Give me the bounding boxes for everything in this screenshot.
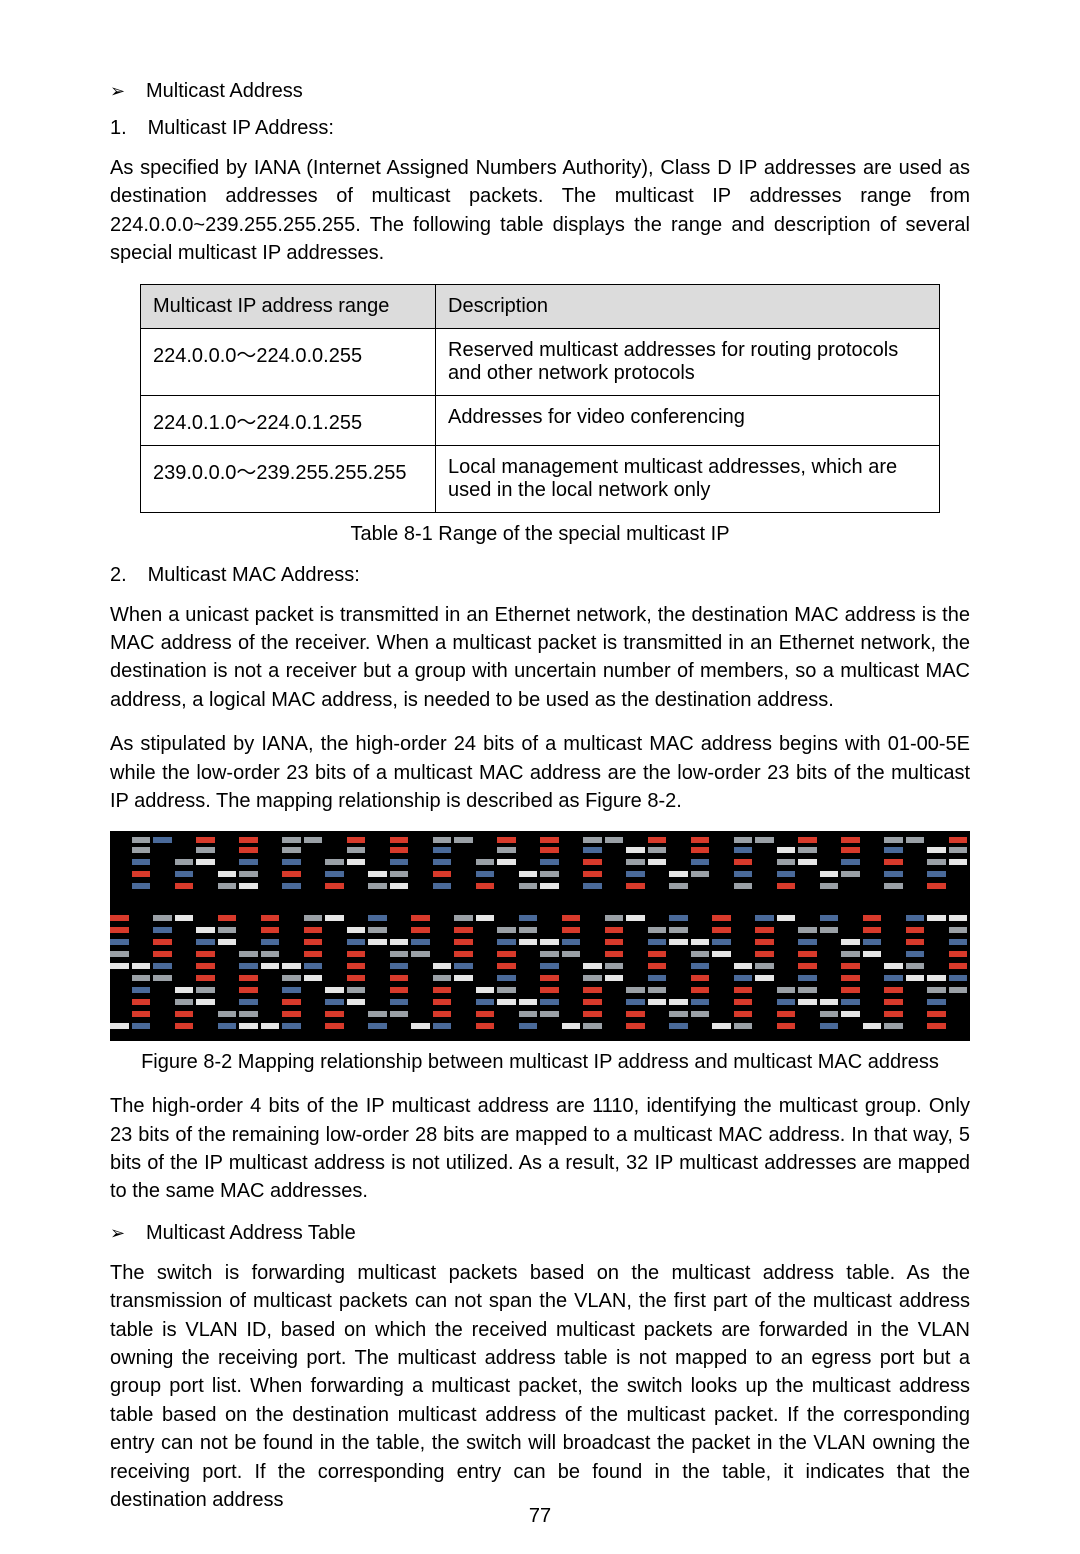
table-row: 224.0.0.0～224.0.0.255 Reserved multicast… [141, 328, 940, 395]
ip-range-table: Multicast IP address range Description 2… [140, 284, 940, 513]
table-header-desc: Description [436, 284, 940, 328]
paragraph: The high-order 4 bits of the IP multicas… [110, 1092, 970, 1206]
bullet-label: Multicast Address [146, 80, 303, 103]
table-row: 224.0.1.0～224.0.1.255 Addresses for vide… [141, 395, 940, 445]
page-number: 77 [0, 1505, 1080, 1528]
figure-caption: Figure 8-2 Mapping relationship between … [110, 1051, 970, 1074]
item-label: Multicast MAC Address: [148, 564, 360, 586]
table-header-row: Multicast IP address range Description [141, 284, 940, 328]
paragraph: When a unicast packet is transmitted in … [110, 601, 970, 715]
item-number: 1. [110, 117, 142, 140]
bullet-arrow-icon: ➢ [110, 81, 146, 102]
numbered-item-1: 1. Multicast IP Address: [110, 117, 970, 140]
numbered-item-2: 2. Multicast MAC Address: [110, 564, 970, 587]
item-number: 2. [110, 564, 142, 587]
paragraph: The switch is forwarding multicast packe… [110, 1259, 970, 1515]
paragraph: As specified by IANA (Internet Assigned … [110, 154, 970, 268]
bullet-multicast-address: ➢ Multicast Address [110, 80, 970, 103]
cell-range: 224.0.1.0～224.0.1.255 [141, 395, 436, 445]
table-header-range: Multicast IP address range [141, 284, 436, 328]
table-row: 239.0.0.0～239.255.255.255 Local manageme… [141, 445, 940, 512]
bullet-multicast-address-table: ➢ Multicast Address Table [110, 1222, 970, 1245]
bullet-label: Multicast Address Table [146, 1222, 356, 1245]
paragraph: As stipulated by IANA, the high-order 24… [110, 730, 970, 815]
item-label: Multicast IP Address: [148, 117, 334, 139]
cell-desc: Addresses for video conferencing [436, 395, 940, 445]
cell-range: 239.0.0.0～239.255.255.255 [141, 445, 436, 512]
table-caption: Table 8-1 Range of the special multicast… [110, 523, 970, 546]
cell-desc: Reserved multicast addresses for routing… [436, 328, 940, 395]
figure-8-2 [110, 831, 970, 1041]
cell-range: 224.0.0.0～224.0.0.255 [141, 328, 436, 395]
cell-desc: Local management multicast addresses, wh… [436, 445, 940, 512]
page: ➢ Multicast Address 1. Multicast IP Addr… [0, 0, 1080, 1554]
bullet-arrow-icon: ➢ [110, 1223, 146, 1244]
